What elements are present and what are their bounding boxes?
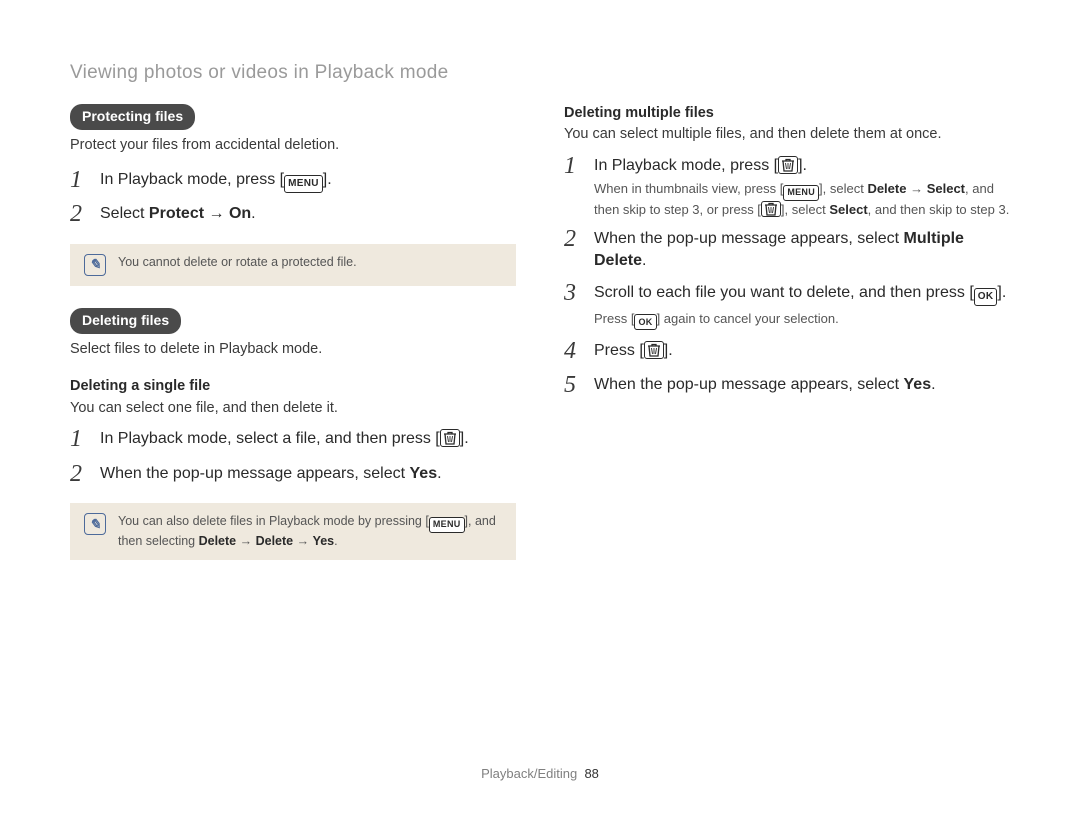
- ok-icon: OK: [634, 314, 656, 330]
- trash-icon: [778, 156, 798, 174]
- footer-section: Playback/Editing: [481, 766, 577, 781]
- step-body: Select Protect → On.: [100, 201, 256, 225]
- deleting-multiple-heading: Deleting multiple files: [564, 104, 1010, 124]
- step-subtext: Press [OK] again to cancel your selectio…: [594, 310, 1006, 331]
- step-row: 1 In Playback mode, press [].When in thum…: [564, 153, 1010, 219]
- protect-note: ✎ You cannot delete or rotate a protecte…: [70, 244, 516, 286]
- note-icon: ✎: [84, 254, 106, 276]
- deleting-files-desc: Select files to delete in Playback mode.: [70, 340, 516, 360]
- step-number: 2: [70, 201, 86, 227]
- delete-single-steps: 1 In Playback mode, select a file, and th…: [70, 426, 516, 487]
- deleting-multiple-desc: You can select multiple files, and then …: [564, 125, 1010, 145]
- footer-page-number: 88: [584, 766, 598, 781]
- protect-steps: 1 In Playback mode, press [MENU]. 2 Select …: [70, 167, 516, 228]
- protecting-files-pill: Protecting files: [70, 104, 195, 130]
- note-text: You cannot delete or rotate a protected …: [118, 254, 357, 271]
- page-footer: Playback/Editing 88: [0, 765, 1080, 783]
- step-number: 5: [564, 372, 580, 398]
- delete-single-note: ✎ You can also delete files in Playback …: [70, 503, 516, 559]
- trash-icon: [440, 429, 460, 447]
- menu-icon: MENU: [783, 185, 819, 201]
- protecting-files-desc: Protect your files from accidental delet…: [70, 136, 516, 156]
- step-body: When the pop-up message appears, select …: [100, 461, 442, 485]
- document-page: Viewing photos or videos in Playback mod…: [0, 0, 1080, 815]
- deleting-single-heading: Deleting a single file: [70, 377, 516, 397]
- page-title: Viewing photos or videos in Playback mod…: [70, 60, 1010, 86]
- step-number: 1: [70, 167, 86, 193]
- menu-icon: MENU: [429, 517, 465, 533]
- step-body: Press [].: [594, 338, 673, 362]
- step-number: 2: [70, 461, 86, 487]
- step-row: 5 When the pop-up message appears, select…: [564, 372, 1010, 398]
- step-body: When the pop-up message appears, select …: [594, 372, 936, 396]
- step-row: 2 When the pop-up message appears, select…: [70, 461, 516, 487]
- step-row: 1 In Playback mode, select a file, and th…: [70, 426, 516, 452]
- step-body: In Playback mode, press [].When in thumb…: [594, 153, 1010, 219]
- step-row: 2 When the pop-up message appears, select…: [564, 226, 1010, 271]
- trash-icon: [761, 201, 781, 217]
- step-body: In Playback mode, select a file, and the…: [100, 426, 469, 450]
- step-row: 3 Scroll to each file you want to delete,…: [564, 280, 1010, 331]
- step-number: 3: [564, 280, 580, 306]
- step-body: Scroll to each file you want to delete, …: [594, 280, 1006, 331]
- step-body: In Playback mode, press [MENU].: [100, 167, 332, 193]
- content-columns: Protecting files Protect your files from…: [70, 104, 1010, 560]
- note-text: You can also delete files in Playback mo…: [118, 513, 502, 549]
- step-number: 4: [564, 338, 580, 364]
- ok-icon: OK: [974, 288, 998, 306]
- step-subtext: When in thumbnails view, press [MENU], s…: [594, 180, 1010, 218]
- step-row: 1 In Playback mode, press [MENU].: [70, 167, 516, 193]
- step-row: 2 Select Protect → On.: [70, 201, 516, 227]
- step-number: 2: [564, 226, 580, 252]
- deleting-single-desc: You can select one file, and then delete…: [70, 399, 516, 419]
- right-column: Deleting multiple files You can select m…: [564, 104, 1010, 560]
- left-column: Protecting files Protect your files from…: [70, 104, 516, 560]
- step-body: When the pop-up message appears, select …: [594, 226, 1010, 271]
- menu-icon: MENU: [284, 175, 323, 193]
- step-number: 1: [564, 153, 580, 179]
- delete-multi-steps: 1 In Playback mode, press [].When in thum…: [564, 153, 1010, 399]
- step-row: 4 Press [].: [564, 338, 1010, 364]
- note-icon: ✎: [84, 513, 106, 535]
- deleting-files-pill: Deleting files: [70, 308, 181, 334]
- trash-icon: [644, 341, 664, 359]
- step-number: 1: [70, 426, 86, 452]
